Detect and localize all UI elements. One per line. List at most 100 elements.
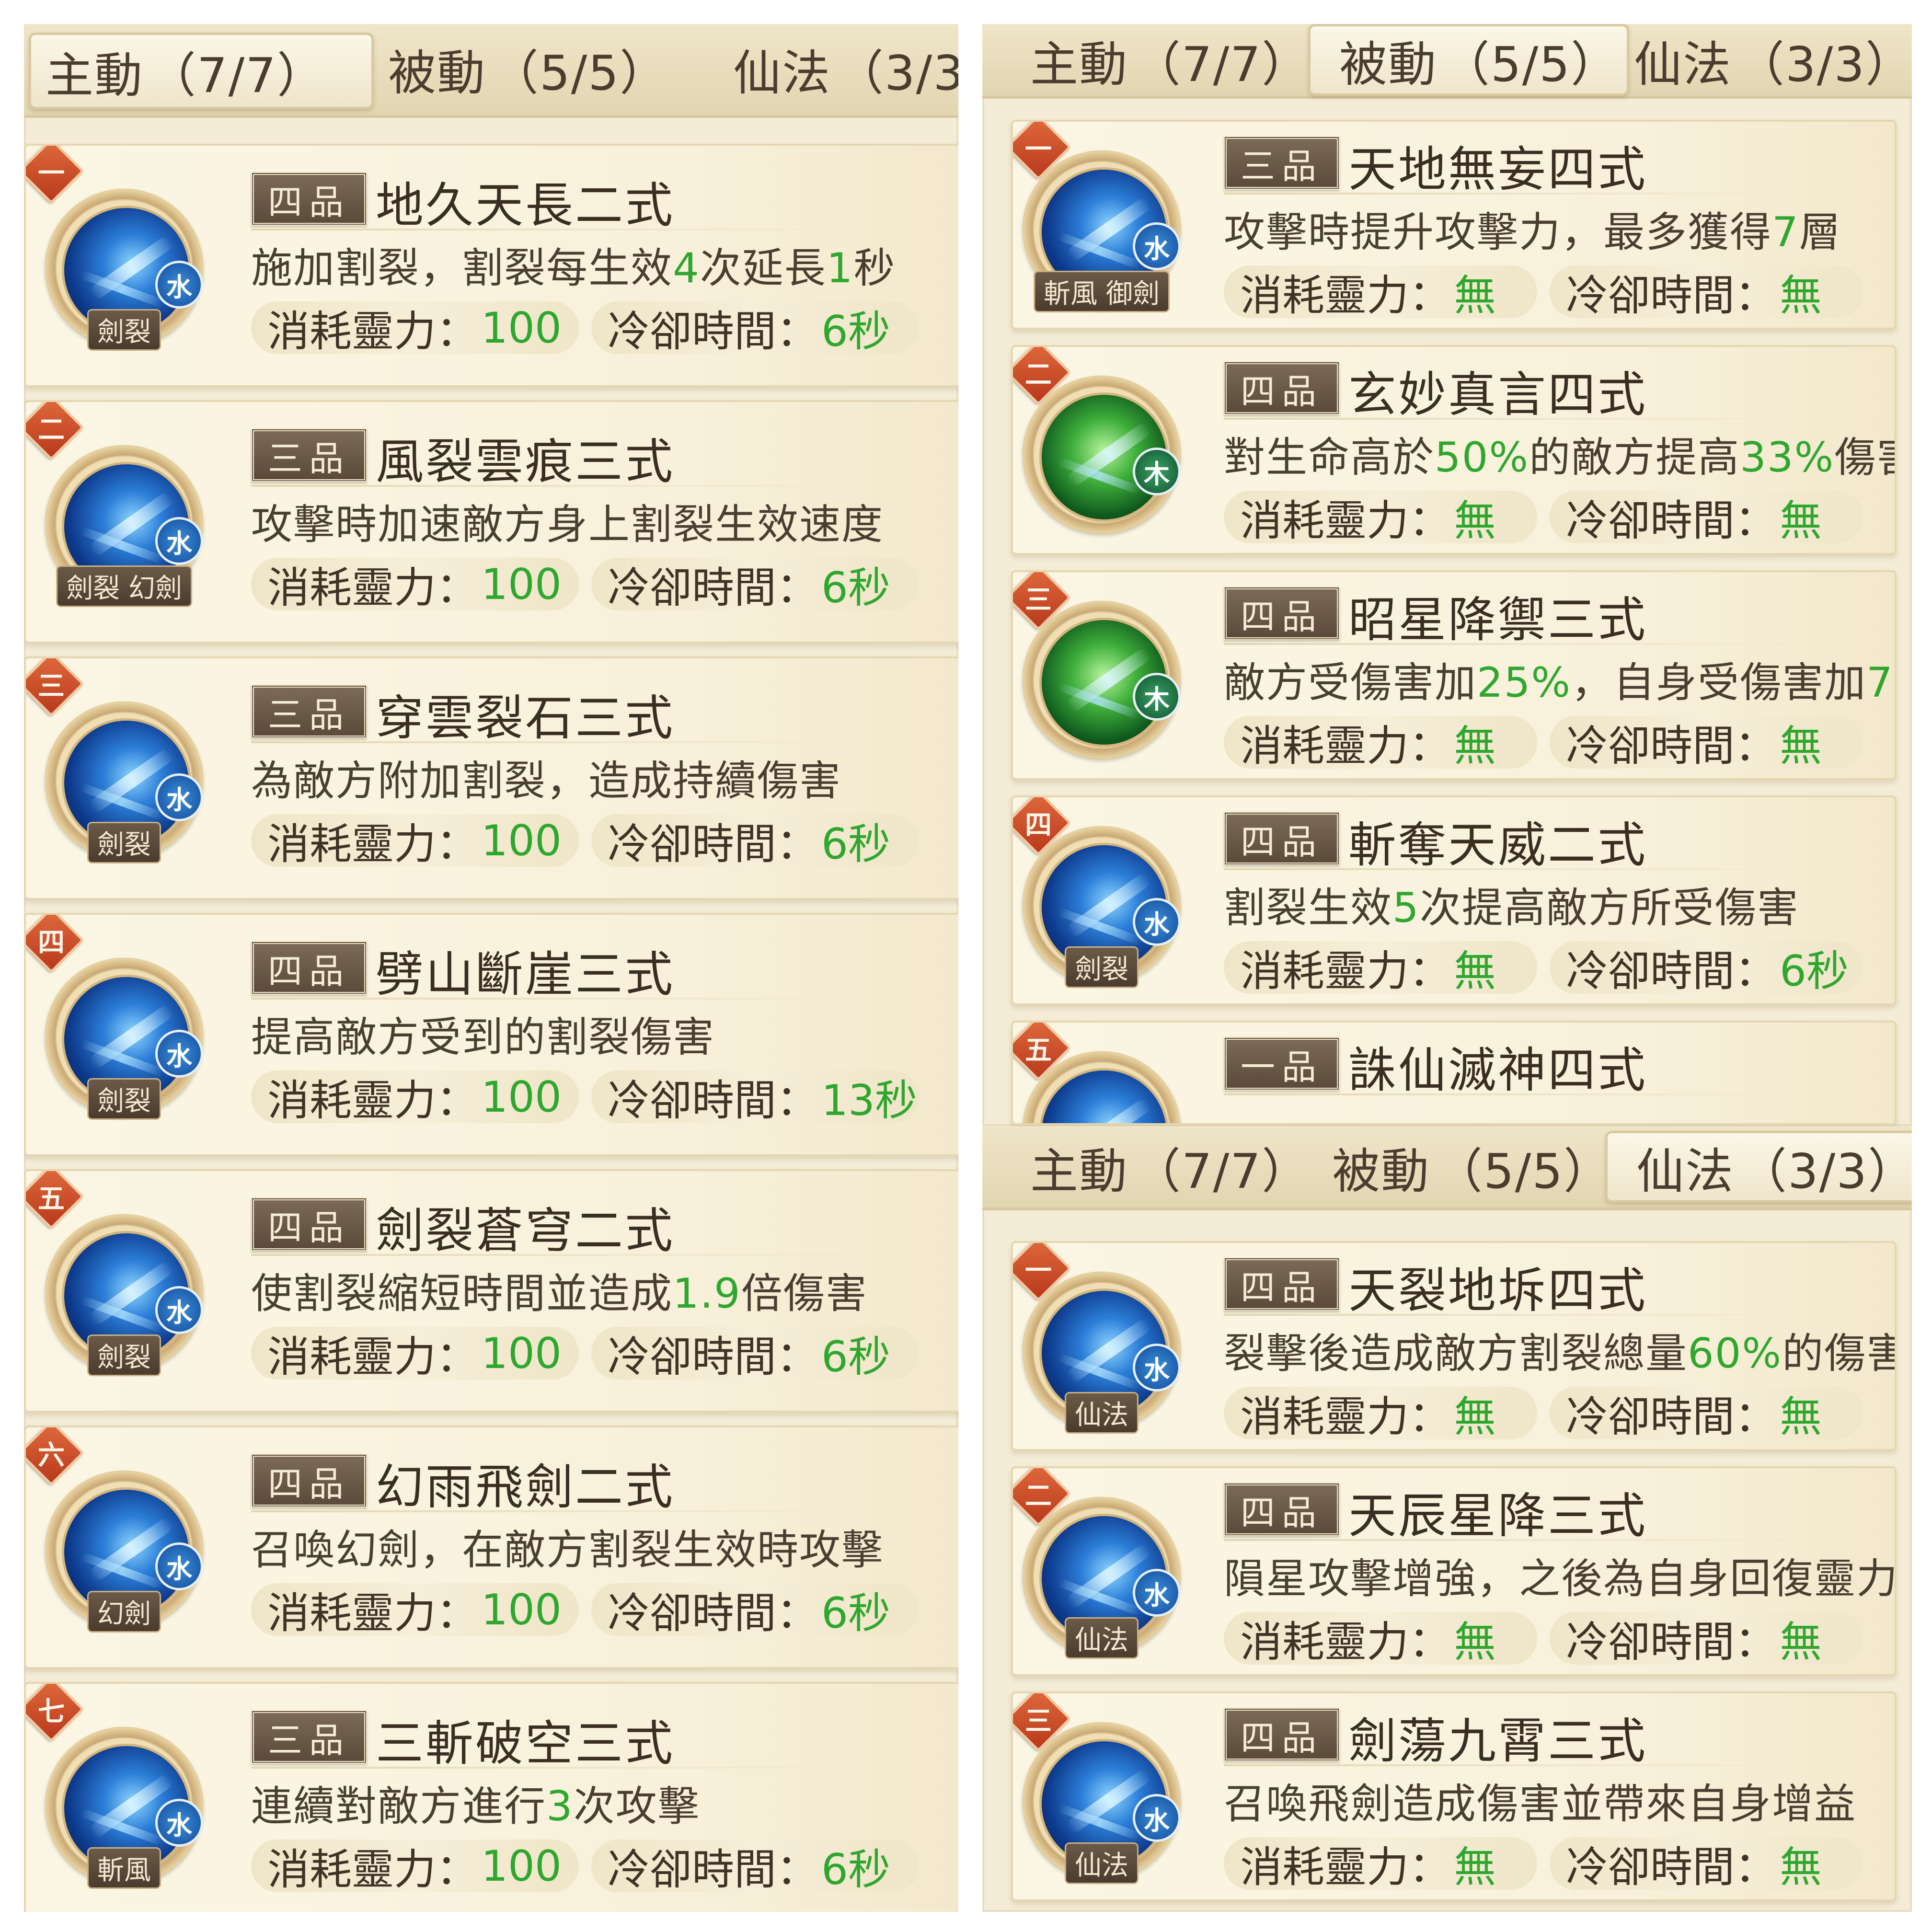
skill-description: 召喚飛劍造成傷害並帶來自身增益 bbox=[1224, 1770, 1856, 1830]
description-text: 召喚飛劍造成傷害並帶來自身增益 bbox=[1224, 1780, 1856, 1828]
tab-spell-count: （3/3 bbox=[836, 45, 958, 101]
highlight-value: 60% bbox=[1688, 1330, 1782, 1378]
skill-card[interactable]: 一水斬風 御劍 三品 天地無妄四式 攻擊時提升攻擊力，最多獲得7層 消耗靈力：無冷卻時間… bbox=[1011, 120, 1897, 330]
skill-card[interactable]: 二水仙法 四品 天辰星降三式 隕星攻擊增強，之後為自身回復靈力 消耗靈力：無冷卻時間：無 bbox=[1011, 1466, 1897, 1676]
grade-badge: 三品 bbox=[251, 428, 367, 482]
rank-number: 四 bbox=[38, 926, 65, 958]
cooldown-stat: 冷卻時間： 6秒 bbox=[591, 1840, 919, 1894]
cost-stat: 消耗靈力： 100 bbox=[251, 1070, 579, 1125]
tab-spell-label: 仙法 bbox=[1636, 1143, 1734, 1199]
skill-description: 攻擊時提升攻擊力，最多獲得7層 bbox=[1224, 198, 1841, 258]
cooldown-value: 6秒 bbox=[821, 1844, 891, 1894]
highlight-value: 33% bbox=[1740, 434, 1835, 482]
grade-badge: 四品 bbox=[1224, 1483, 1340, 1536]
grade-badge: 四品 bbox=[1224, 1257, 1340, 1311]
description-text: 使割裂縮短時間並造成 bbox=[251, 1270, 673, 1318]
skill-description: 裂擊後造成敵方割裂總量60%的傷害 bbox=[1224, 1320, 1895, 1380]
cost-stat: 消耗靈力： 100 bbox=[251, 814, 579, 869]
skill-icon-frame: 水劍裂 bbox=[45, 1214, 203, 1376]
tab-active-label: 主動 bbox=[1030, 36, 1128, 92]
skill-card[interactable]: 七水斬風 三品 三斬破空三式 連續對敵方進行3次攻擊 消耗靈力： 100 冷卻時間： 6秒 bbox=[24, 1682, 958, 1912]
cooldown-stat: 冷卻時間：無 bbox=[1550, 265, 1863, 320]
skill-description: 使割裂縮短時間並造成1.9倍傷害 bbox=[251, 1260, 868, 1320]
cost-label: 消耗靈力： bbox=[267, 1588, 479, 1638]
grade-badge: 三品 bbox=[1224, 136, 1340, 190]
skill-card[interactable]: 五 一品 誅仙滅神四式 bbox=[1011, 1021, 1897, 1125]
cost-label: 消耗靈力： bbox=[267, 306, 479, 356]
divider bbox=[1224, 868, 1875, 870]
cost-stat: 消耗靈力： 100 bbox=[251, 1583, 579, 1638]
tab-spell[interactable]: 仙法 （3/3） bbox=[1634, 24, 1912, 96]
cost-value: 無 bbox=[1454, 1842, 1496, 1892]
description-text: 敵方受傷害加 bbox=[1224, 659, 1477, 707]
skill-card[interactable]: 六水幻劍 四品 幻雨飛劍二式 召喚幻劍，在敵方割裂生效時攻擊 消耗靈力： 100 冷卻時間：… bbox=[24, 1426, 958, 1669]
description-text: 提高敵方受到的割裂傷害 bbox=[251, 1013, 715, 1061]
skill-name: 玄妙真言四式 bbox=[1348, 367, 1647, 423]
skill-card[interactable]: 四水劍裂 四品 斬奪天威二式 割裂生效5次提高敵方所受傷害 消耗靈力：無冷卻時間： 6秒 bbox=[1011, 795, 1897, 1005]
skill-name: 劍蕩九霄三式 bbox=[1348, 1713, 1647, 1769]
grade-badge: 四品 bbox=[251, 172, 367, 226]
tab-active[interactable]: 主動 （7/7） bbox=[1030, 1131, 1311, 1203]
rank-badge: 五 bbox=[26, 1171, 85, 1230]
description-text: ，自身受傷害加 bbox=[1571, 659, 1867, 707]
description-text: 召喚幻劍，在敵方割裂生效時攻擊 bbox=[251, 1526, 884, 1574]
tab-passive[interactable]: 被動 （5/5） bbox=[1308, 24, 1629, 96]
cost-value: 100 bbox=[481, 303, 562, 353]
rank-badge: 七 bbox=[26, 1684, 85, 1743]
cost-label: 消耗靈力： bbox=[267, 1075, 479, 1125]
cost-value: 100 bbox=[481, 1072, 562, 1122]
skill-card[interactable]: 二水劍裂 幻劍 三品 風裂雲痕三式 攻擊時加速敵方身上割裂生效速度 消耗靈力： 100 冷卻… bbox=[24, 400, 958, 644]
skill-type-tag: 劍裂 幻劍 bbox=[56, 565, 192, 607]
highlight-value: 7 bbox=[1772, 208, 1799, 256]
tab-active[interactable]: 主動 （7/7） bbox=[29, 33, 374, 109]
skill-card[interactable]: 三木四品昭星降禦三式敵方受傷害加25%，自身受傷害加7%消耗靈力：無冷卻時間：無 bbox=[1011, 570, 1897, 780]
tab-passive-label: 被動 bbox=[1339, 36, 1437, 92]
skill-description: 施加割裂，割裂每生效4次延長1秒 bbox=[251, 234, 896, 294]
skill-icon-glow bbox=[1065, 1097, 1152, 1123]
tab-passive[interactable]: 被動 （5/5） bbox=[1332, 1131, 1612, 1203]
skill-card[interactable]: 三水仙法 四品 劍蕩九霄三式 召喚飛劍造成傷害並帶來自身增益 消耗靈力：無冷卻時間：無 bbox=[1011, 1691, 1897, 1901]
description-text: 秒 bbox=[853, 244, 896, 292]
tab-spell-count: （3/3） bbox=[1736, 36, 1912, 92]
divider bbox=[1224, 1764, 1875, 1766]
description-text: 次提高敵方所受傷害 bbox=[1419, 884, 1799, 932]
skill-icon-frame: 水斬風 御劍 bbox=[1023, 150, 1181, 312]
tab-spell[interactable]: 仙法 （3/3 bbox=[733, 33, 958, 104]
cooldown-label: 冷卻時間： bbox=[1566, 1842, 1777, 1892]
skill-card[interactable]: 三水劍裂 三品 穿雲裂石三式 為敵方附加割裂，造成持續傷害 消耗靈力： 100 冷卻時間： 6… bbox=[24, 656, 958, 900]
skill-icon-frame: 水劍裂 bbox=[45, 958, 203, 1120]
cooldown-stat: 冷卻時間：無 bbox=[1550, 491, 1863, 545]
skill-type-tag: 斬風 bbox=[87, 1847, 161, 1889]
tab-active-label: 主動 bbox=[1030, 1143, 1128, 1199]
skill-card[interactable]: 一水仙法 四品 天裂地坼四式 裂擊後造成敵方割裂總量60%的傷害 消耗靈力：無冷卻時間：… bbox=[1011, 1241, 1897, 1451]
cost-label: 消耗靈力： bbox=[1240, 1842, 1451, 1892]
rank-badge: 四 bbox=[26, 915, 85, 974]
cost-value: 無 bbox=[1454, 495, 1496, 545]
cost-value: 100 bbox=[481, 1585, 562, 1634]
skill-description: 割裂生效5次提高敵方所受傷害 bbox=[1224, 874, 1799, 934]
tab-spell[interactable]: 仙法 （3/3） bbox=[1605, 1131, 1912, 1203]
skill-type-tag: 幻劍 bbox=[87, 1591, 161, 1633]
skill-card[interactable]: 五水劍裂 四品 劍裂蒼穹二式 使割裂縮短時間並造成1.9倍傷害 消耗靈力： 100 冷卻時間… bbox=[24, 1169, 958, 1413]
rank-badge: 六 bbox=[26, 1427, 85, 1486]
divider bbox=[251, 741, 941, 743]
rank-number: 一 bbox=[1025, 1254, 1052, 1287]
skill-card[interactable]: 一水劍裂 四品 地久天長二式 施加割裂，割裂每生效4次延長1秒 消耗靈力： 100 冷卻時間… bbox=[24, 144, 958, 387]
skill-type-tag: 劍裂 bbox=[87, 309, 161, 351]
description-text: 次延長 bbox=[700, 244, 827, 292]
tab-spell-count: （3/3） bbox=[1739, 1143, 1912, 1199]
tab-active[interactable]: 主動 （7/7） bbox=[1030, 24, 1311, 96]
cost-value: 100 bbox=[481, 816, 562, 865]
skill-card[interactable]: 四水劍裂 四品 劈山斷崖三式 提高敵方受到的割裂傷害 消耗靈力： 100 冷卻時間： 13秒 bbox=[24, 913, 958, 1156]
cost-label: 消耗靈力： bbox=[1240, 495, 1451, 545]
cost-stat: 消耗靈力：無 bbox=[1224, 941, 1537, 996]
tab-passive-count: （5/5） bbox=[1442, 36, 1620, 92]
grade-badge: 四品 bbox=[1224, 1708, 1340, 1761]
tab-passive[interactable]: 被動 （5/5） bbox=[388, 33, 668, 104]
tab-spell-label: 仙法 bbox=[1634, 36, 1732, 92]
cooldown-value: 6秒 bbox=[821, 819, 891, 869]
rank-number: 三 bbox=[1025, 584, 1052, 616]
skill-name: 劍裂蒼穹二式 bbox=[376, 1203, 675, 1259]
element-badge: 水 bbox=[155, 1542, 203, 1590]
skill-card[interactable]: 二木四品玄妙真言四式對生命高於50%的敵方提高33%傷害消耗靈力：無冷卻時間：無 bbox=[1011, 345, 1897, 555]
